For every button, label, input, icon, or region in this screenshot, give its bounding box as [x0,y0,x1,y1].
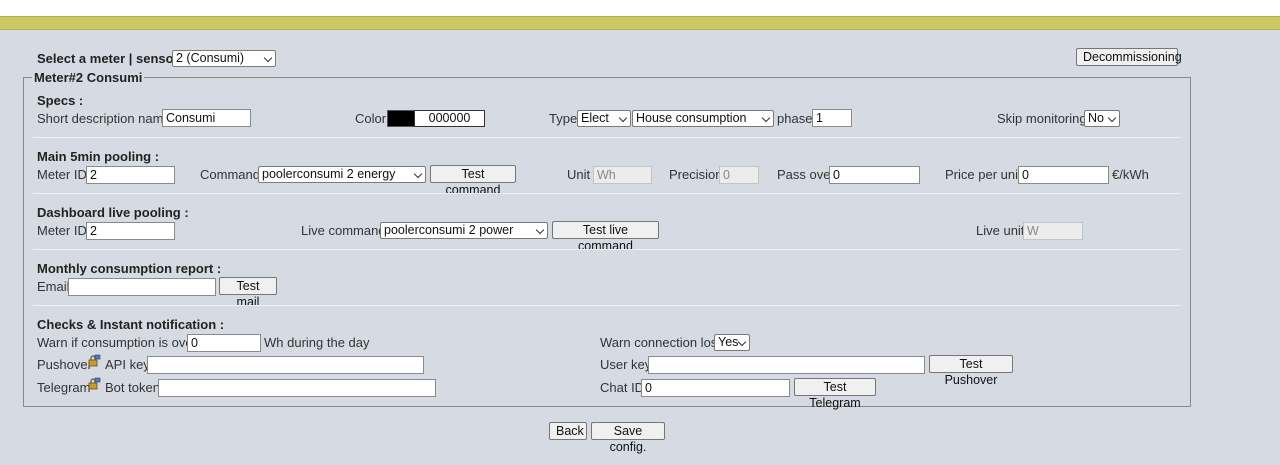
precision-input [719,166,759,184]
telegram-label: Telegram [37,380,91,395]
specs-title: Specs : [37,93,84,108]
top-white-strip [0,0,1280,16]
warn-over-label: Warn if consumption is over [37,335,197,350]
live-pooling-title: Dashboard live pooling : [37,205,189,220]
bot-token-label: Bot token [105,380,160,395]
test-command-button[interactable]: Test command [430,165,516,197]
price-unit-label: €/kWh [1112,167,1149,182]
back-button[interactable]: Back [549,422,587,440]
subtype-select[interactable]: House consumption [632,110,774,127]
price-label: Price per unit [945,167,1022,182]
section-divider [33,193,1181,194]
main-pooling-title: Main 5min pooling : [37,149,160,164]
skip-monitoring-select[interactable]: No [1084,110,1120,127]
test-mail-button[interactable]: Test mail [219,277,277,309]
user-key-input[interactable] [648,356,925,374]
color-swatch[interactable] [387,110,415,127]
live-meter-id-input[interactable] [86,222,175,240]
chevron-down-icon [737,337,747,347]
meter-select[interactable]: 2 (Consumi) [172,50,276,67]
warn-lost-value: Yes [718,335,739,349]
skip-monitoring-label: Skip monitoring [997,111,1087,126]
meter-select-label: Select a meter | sensor : [37,51,187,66]
phase-label: phase [777,111,813,126]
chat-id-input[interactable] [641,379,790,397]
warn-lost-select[interactable]: Yes [714,334,750,351]
type-select[interactable]: Elect [577,110,631,127]
top-banner-bar [0,16,1280,30]
report-title: Monthly consumption report : [37,261,222,276]
meter-select-value: 2 (Consumi) [176,51,245,65]
decommissioning-button[interactable]: Decommissioning [1076,48,1182,66]
color-input[interactable]: 000000 [414,110,485,127]
type-label: Type [549,111,578,126]
live-command-select[interactable]: poolerconsumi 2 power [380,222,548,239]
section-divider [33,137,1181,138]
bot-token-input[interactable] [158,379,436,397]
warn-over-input[interactable] [187,334,261,352]
short-desc-input[interactable] [162,109,251,127]
test-pushover-button[interactable]: Test Pushover [929,355,1013,387]
test-live-command-button[interactable]: Test live command [552,221,659,253]
main-meter-id-input[interactable] [86,166,175,184]
main-meter-id-label: Meter ID [37,167,87,182]
chevron-down-icon [263,53,273,63]
lock-icon[interactable] [88,354,101,367]
short-desc-label: Short description name [37,111,171,126]
chat-id-label: Chat ID [600,380,645,395]
live-command-label: Live command [301,223,386,238]
price-input[interactable] [1018,166,1109,184]
color-label: Color [355,111,387,126]
live-meter-id-label: Meter ID [37,223,87,238]
type-select-value: Elect [581,111,609,125]
warn-lost-label: Warn connection lost [600,335,721,350]
chevron-down-icon [413,169,423,179]
command-select[interactable]: poolerconsumi 2 energy [258,166,426,183]
email-input[interactable] [68,278,216,296]
chevron-down-icon [1107,113,1117,123]
command-label: Command [200,167,260,182]
live-unit-input [1023,222,1083,240]
test-telegram-button[interactable]: Test Telegram [794,378,876,410]
warn-over-suffix: Wh during the day [264,335,370,350]
user-key-label: User key [600,357,652,372]
chevron-down-icon [535,225,545,235]
section-divider [33,305,1181,306]
save-config-button[interactable]: Save config. [591,422,665,454]
lock-icon[interactable] [88,377,101,390]
command-select-value: poolerconsumi 2 energy [262,167,396,181]
checks-title: Checks & Instant notification : [37,317,225,332]
api-key-input[interactable] [147,356,424,374]
pass-over-input[interactable] [829,166,920,184]
skip-monitoring-value: No [1088,111,1104,125]
pushover-label: Pushover [37,357,92,372]
unit-input [593,166,652,184]
pass-over-label: Pass over [777,167,835,182]
subtype-select-value: House consumption [636,111,747,125]
chevron-down-icon [761,113,771,123]
section-divider [33,249,1181,250]
precision-label: Precision [669,167,723,182]
live-unit-label: Live unit [976,223,1025,238]
email-label: Email [37,279,70,294]
unit-label: Unit [567,167,591,182]
live-command-select-value: poolerconsumi 2 power [384,223,514,237]
fieldset-legend: Meter#2 Consumi [32,70,145,85]
chevron-down-icon [618,113,628,123]
phase-input[interactable] [812,109,852,127]
api-key-label: API key [105,357,150,372]
